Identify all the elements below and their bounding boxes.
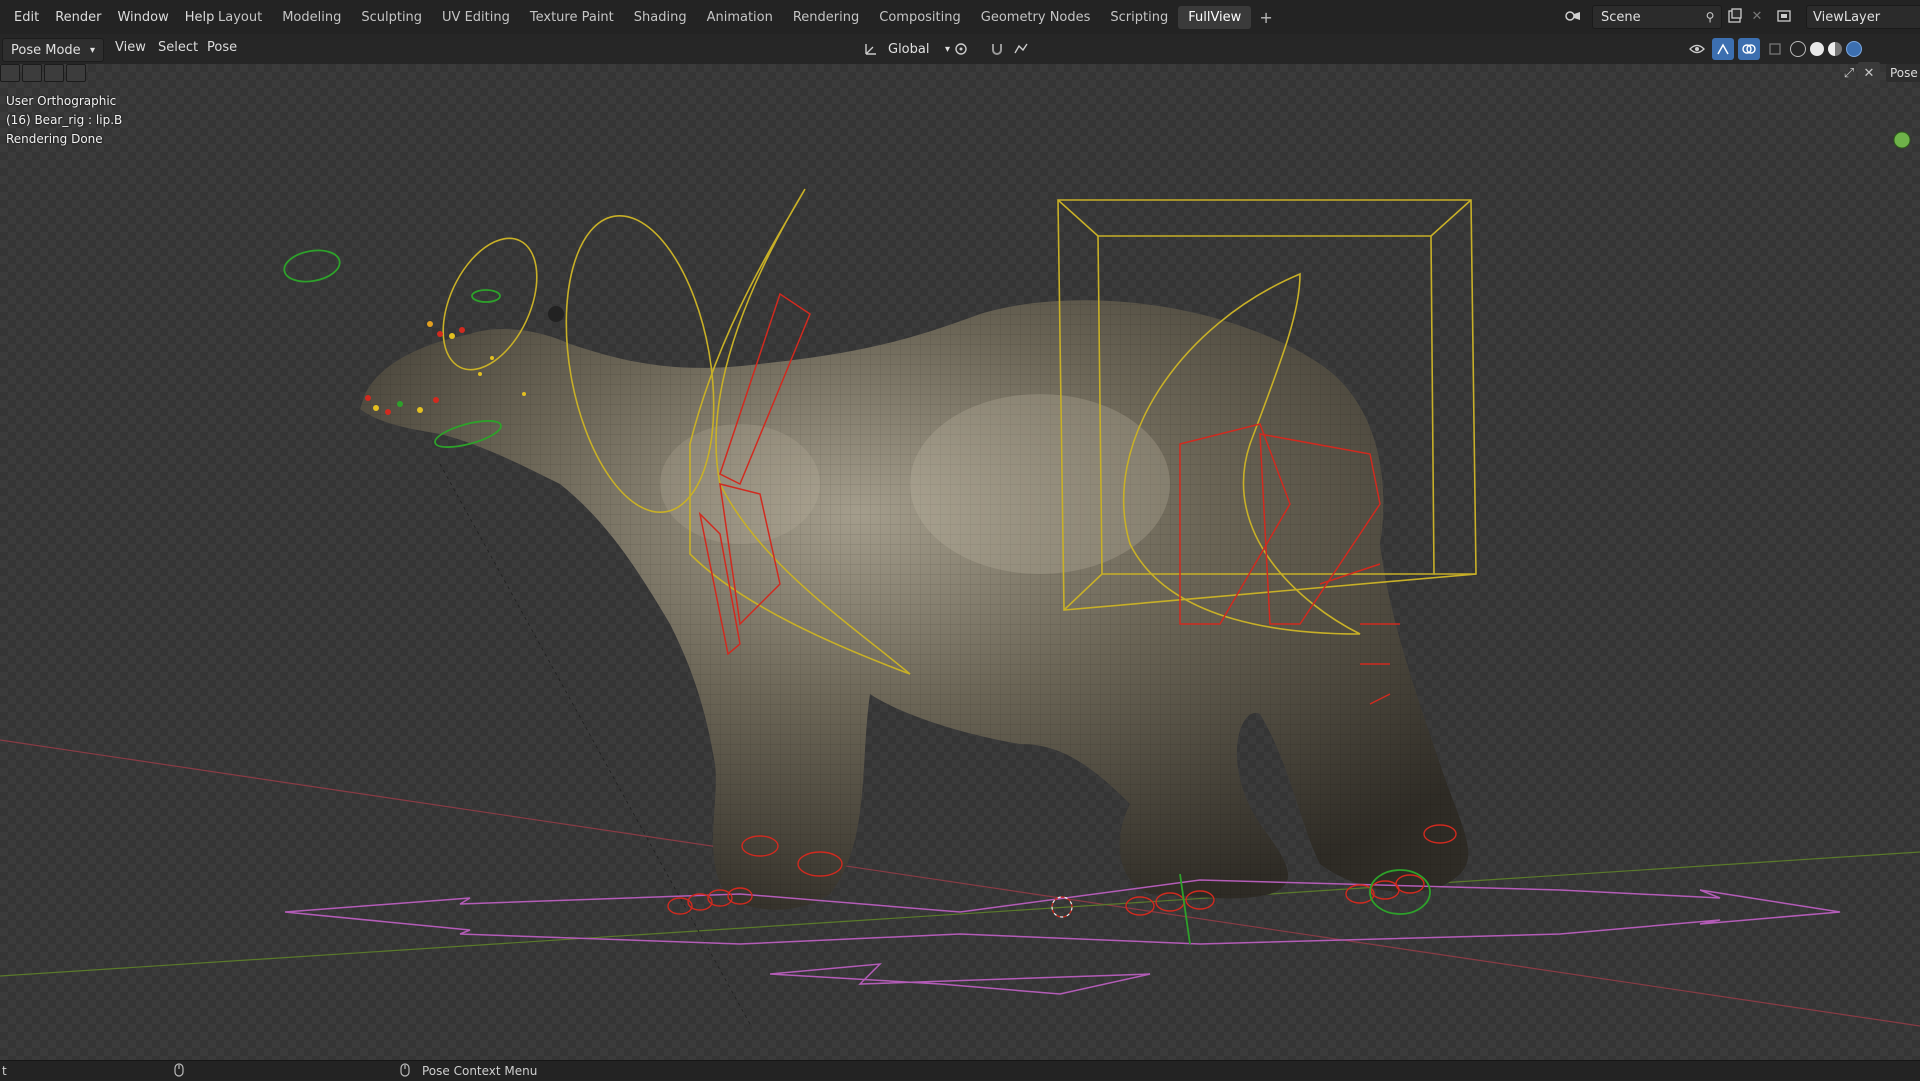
tab-uv-editing[interactable]: UV Editing bbox=[432, 6, 520, 29]
main-menu: Edit Render Window Help bbox=[6, 0, 222, 34]
select-subtract-button[interactable] bbox=[44, 64, 64, 82]
expand-icon[interactable]: ⤢ bbox=[1838, 62, 1860, 84]
gizmo-icon[interactable] bbox=[1712, 38, 1734, 60]
view-name: User Orthographic bbox=[6, 94, 117, 108]
x-axis-line bbox=[0, 739, 1920, 1027]
tab-sculpting[interactable]: Sculpting bbox=[351, 6, 432, 29]
mode-label: Pose Mode bbox=[11, 42, 81, 58]
transform-pivot-icon[interactable] bbox=[950, 38, 972, 60]
overlay-icon[interactable] bbox=[1738, 38, 1760, 60]
visibility-icon[interactable] bbox=[1686, 38, 1708, 60]
rendered-shading-icon[interactable] bbox=[1846, 41, 1862, 57]
tab-animation[interactable]: Animation bbox=[697, 6, 783, 29]
select-extend-button[interactable] bbox=[22, 64, 42, 82]
close-icon[interactable]: ✕ bbox=[1858, 62, 1880, 84]
mouse-icon bbox=[400, 1063, 410, 1080]
menu-select[interactable]: Select bbox=[158, 40, 198, 55]
tab-geometry-nodes[interactable]: Geometry Nodes bbox=[971, 6, 1101, 29]
add-workspace-button[interactable]: + bbox=[1251, 6, 1280, 29]
viewport-header: Pose Mode ▾ View Select Pose Global ▾ bbox=[0, 34, 1920, 64]
tab-texture-paint[interactable]: Texture Paint bbox=[520, 6, 624, 29]
orientation-dropdown[interactable]: Global ▾ bbox=[880, 38, 958, 60]
tab-modeling[interactable]: Modeling bbox=[272, 6, 351, 29]
menu-pose[interactable]: Pose bbox=[207, 40, 237, 55]
menu-render[interactable]: Render bbox=[47, 10, 109, 25]
context-menu-hint: Pose Context Menu bbox=[422, 1064, 538, 1078]
y-axis-line bbox=[0, 851, 1920, 977]
xray-icon[interactable] bbox=[1764, 38, 1786, 60]
scene-selector[interactable]: Scene ⚲ bbox=[1592, 5, 1722, 29]
viewlayer-icon[interactable] bbox=[1774, 5, 1796, 27]
menu-window[interactable]: Window bbox=[109, 10, 176, 25]
chevron-down-icon: ▾ bbox=[89, 44, 95, 56]
render-status: Rendering Done bbox=[6, 132, 103, 146]
transform-orientation-icon[interactable] bbox=[860, 38, 882, 60]
workspace-tabs: Layout Modeling Sculpting UV Editing Tex… bbox=[208, 0, 1281, 34]
proportional-icon[interactable] bbox=[1010, 38, 1032, 60]
sidebar-pose-tab[interactable]: Pose bbox=[1886, 64, 1920, 82]
tab-rendering[interactable]: Rendering bbox=[783, 6, 869, 29]
tab-shading[interactable]: Shading bbox=[624, 6, 697, 29]
nav-gizmo-dot bbox=[1893, 131, 1911, 149]
viewport-right-tools bbox=[1686, 38, 1862, 60]
select-intersect-button[interactable] bbox=[66, 64, 86, 82]
object-info: (16) Bear_rig : lip.B bbox=[6, 113, 123, 127]
wireframe-shading-icon[interactable] bbox=[1790, 41, 1806, 57]
scene-name: Scene bbox=[1601, 9, 1641, 25]
status-left-text: t bbox=[2, 1064, 7, 1078]
menu-edit[interactable]: Edit bbox=[6, 10, 47, 25]
orientation-label: Global bbox=[888, 41, 930, 57]
viewport-scene bbox=[0, 131, 1920, 1027]
tab-compositing[interactable]: Compositing bbox=[869, 6, 971, 29]
new-scene-icon[interactable] bbox=[1724, 5, 1746, 27]
tab-fullview[interactable]: FullView bbox=[1178, 5, 1252, 29]
snap-icon[interactable] bbox=[986, 38, 1008, 60]
mode-dropdown[interactable]: Pose Mode ▾ bbox=[2, 38, 104, 62]
pin-icon[interactable]: ⚲ bbox=[1699, 6, 1721, 28]
mouse-icon bbox=[174, 1063, 184, 1080]
material-shading-icon[interactable] bbox=[1828, 42, 1842, 56]
select-new-button[interactable] bbox=[0, 64, 20, 82]
viewlayer-name: ViewLayer bbox=[1813, 9, 1881, 25]
select-mode-buttons bbox=[0, 64, 86, 82]
tab-scripting[interactable]: Scripting bbox=[1100, 6, 1178, 29]
menu-view[interactable]: View bbox=[115, 40, 146, 55]
top-bar: Edit Render Window Help Layout Modeling … bbox=[0, 0, 1920, 35]
viewlayer-selector[interactable]: ViewLayer bbox=[1806, 5, 1920, 29]
close-icon[interactable]: ✕ bbox=[1746, 5, 1768, 27]
solid-shading-icon[interactable] bbox=[1810, 42, 1824, 56]
scene-icon[interactable] bbox=[1562, 5, 1584, 27]
tab-layout[interactable]: Layout bbox=[208, 6, 272, 29]
status-bar: t Pose Context Menu bbox=[0, 1060, 1920, 1081]
bear-ear bbox=[548, 306, 564, 322]
